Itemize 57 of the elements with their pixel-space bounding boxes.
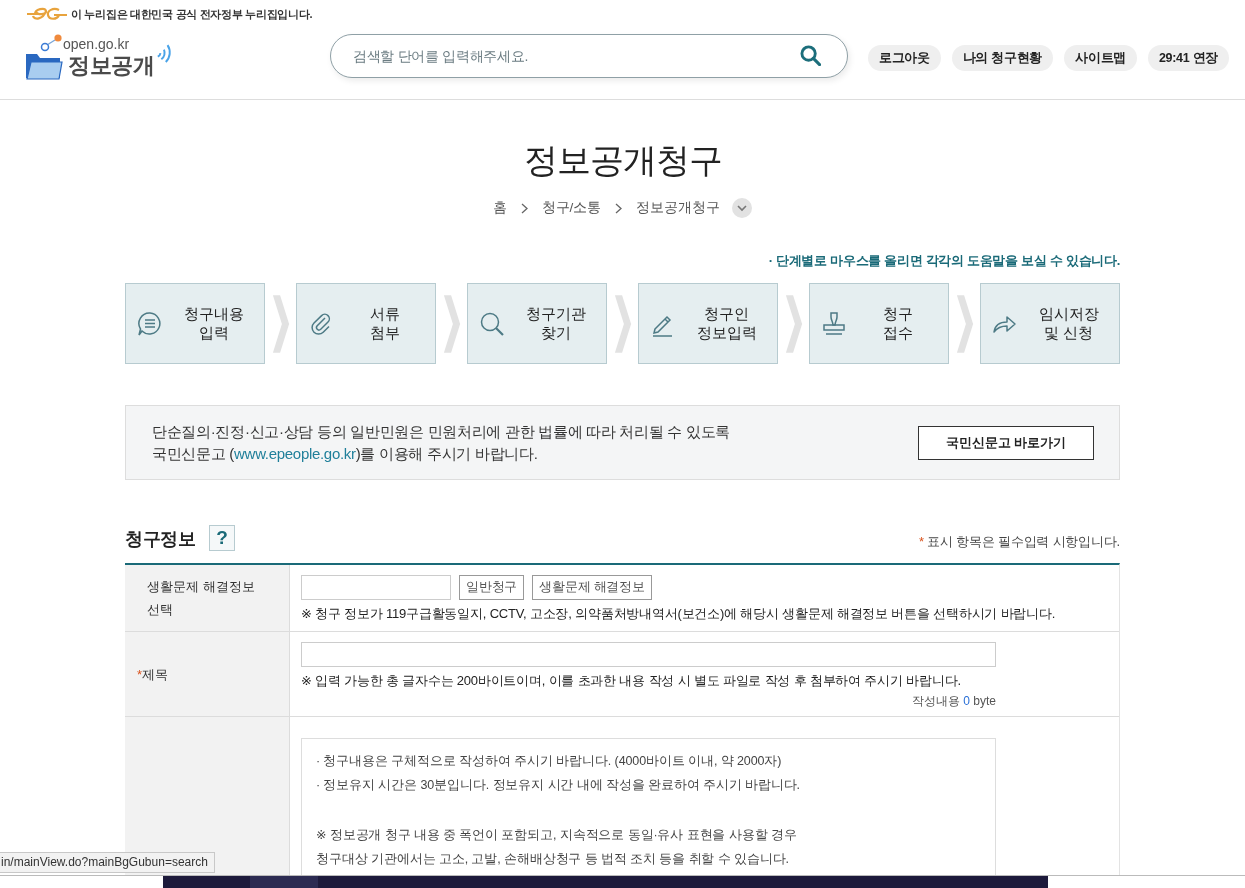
input-field[interactable] (301, 575, 451, 600)
search-icon[interactable] (800, 45, 821, 66)
banner-image-placeholder (250, 876, 318, 888)
page-title: 정보공개청구 (522, 140, 723, 181)
section-title: 청구정보 (125, 528, 195, 551)
required-note: * 표시 항목은 필수입력 시항입니다. (918, 533, 1120, 551)
step-card[interactable]: 청구기관 찾기 (467, 283, 607, 364)
step-label: 청구 접수 (881, 304, 914, 343)
step-label: 임시저장 및 신청 (1037, 304, 1100, 343)
help-button[interactable]: ? (209, 525, 235, 551)
breadcrumb-link[interactable]: 정보공개청구 (636, 199, 721, 217)
chevron-right-icon (615, 202, 623, 214)
gov-banner-text: 이 누리집은 대한민국 공식 전자정부 누리집입니다. (71, 6, 313, 22)
step-card[interactable]: 임시저장 및 신청 (980, 283, 1120, 364)
logo-name-text: 정보공개 (68, 52, 154, 80)
breadcrumb-link[interactable]: 홈 (492, 199, 507, 217)
step-label: 서류 첨부 (368, 304, 401, 343)
signal-waves-icon (156, 44, 172, 64)
title-input-field[interactable] (301, 642, 996, 667)
epeople-link[interactable]: www.epeople.go.kr (234, 444, 356, 462)
step-label: 청구내용 입력 (182, 304, 245, 343)
step-card[interactable]: 청구인 정보입력 (638, 283, 778, 364)
stamp-icon (821, 310, 847, 337)
notice-text: 단순질의·진정·신고·상담 등의 일반민원은 민원처리에 관한 법률에 따라 처리될 수 있도록 국민신문고 (www.epeople.go.kr)를 이용해 주시기 바랍니다. (152, 421, 731, 464)
step-label: 청구기관 찾기 (524, 304, 587, 343)
eg-logo-icon (26, 6, 68, 22)
field-note: ※ 입력 가능한 총 글자수는 200바이트이며, 이를 초과한 내용 작성 시 별도 파일로 작성 후 첨부하여 주시기 바랍니다. (301, 672, 962, 690)
header-button[interactable]: 사이트맵 (1064, 45, 1137, 71)
step-label: 청구인 정보입력 (695, 304, 758, 343)
chevron-down-circle-icon[interactable] (732, 198, 753, 218)
byte-counter: 작성내용 0 byte (911, 694, 996, 708)
choice-button[interactable]: 일반청구 (459, 575, 525, 600)
header-button[interactable]: 나의 청구현황 (951, 45, 1054, 71)
magnifier-icon (479, 310, 505, 337)
breadcrumb-link[interactable]: 청구/소통 (541, 199, 602, 217)
chevron-right-icon (271, 292, 290, 355)
logo-domain-text: open.go.kr (63, 36, 131, 52)
search-field[interactable]: 검색할 단어를 입력해주세요. (330, 34, 848, 78)
speech-bubble-icon (137, 310, 163, 337)
chevron-right-icon (955, 292, 974, 355)
folder-logo-icon (25, 34, 63, 80)
step-card[interactable]: 청구 접수 (809, 283, 949, 364)
chevron-right-icon (442, 292, 461, 355)
field-note: ※ 청구 정보가 119구급활동일지, CCTV, 고소장, 의약품처방내역서(보건소)에 해당시 생활문제 해결정보 버튼을 선택하시기 바랍니다. (301, 605, 1057, 623)
field-label: 생활문제 해결정보 선택 (147, 578, 255, 619)
header-button[interactable]: 로그아웃 (867, 45, 941, 71)
steps-hint-text: · 단계별로 마우스를 올리면 각각의 도움말을 보실 수 있습니다. (767, 253, 1120, 269)
status-bar-url: in/mainView.do?mainBgGubun=search (0, 852, 215, 873)
epeople-button[interactable]: 국민신문고 바로가기 (918, 425, 1094, 460)
choice-button[interactable]: 생활문제 해결정보 (532, 575, 652, 600)
step-card[interactable]: 서류 첨부 (296, 283, 436, 364)
chevron-right-icon (520, 202, 528, 214)
step-card[interactable]: 청구내용 입력 (125, 283, 265, 364)
header-button[interactable]: 29:41 연장 (1147, 45, 1229, 71)
chevron-right-icon (613, 292, 632, 355)
chevron-right-icon (784, 292, 803, 355)
field-label: *제목 (137, 665, 169, 684)
